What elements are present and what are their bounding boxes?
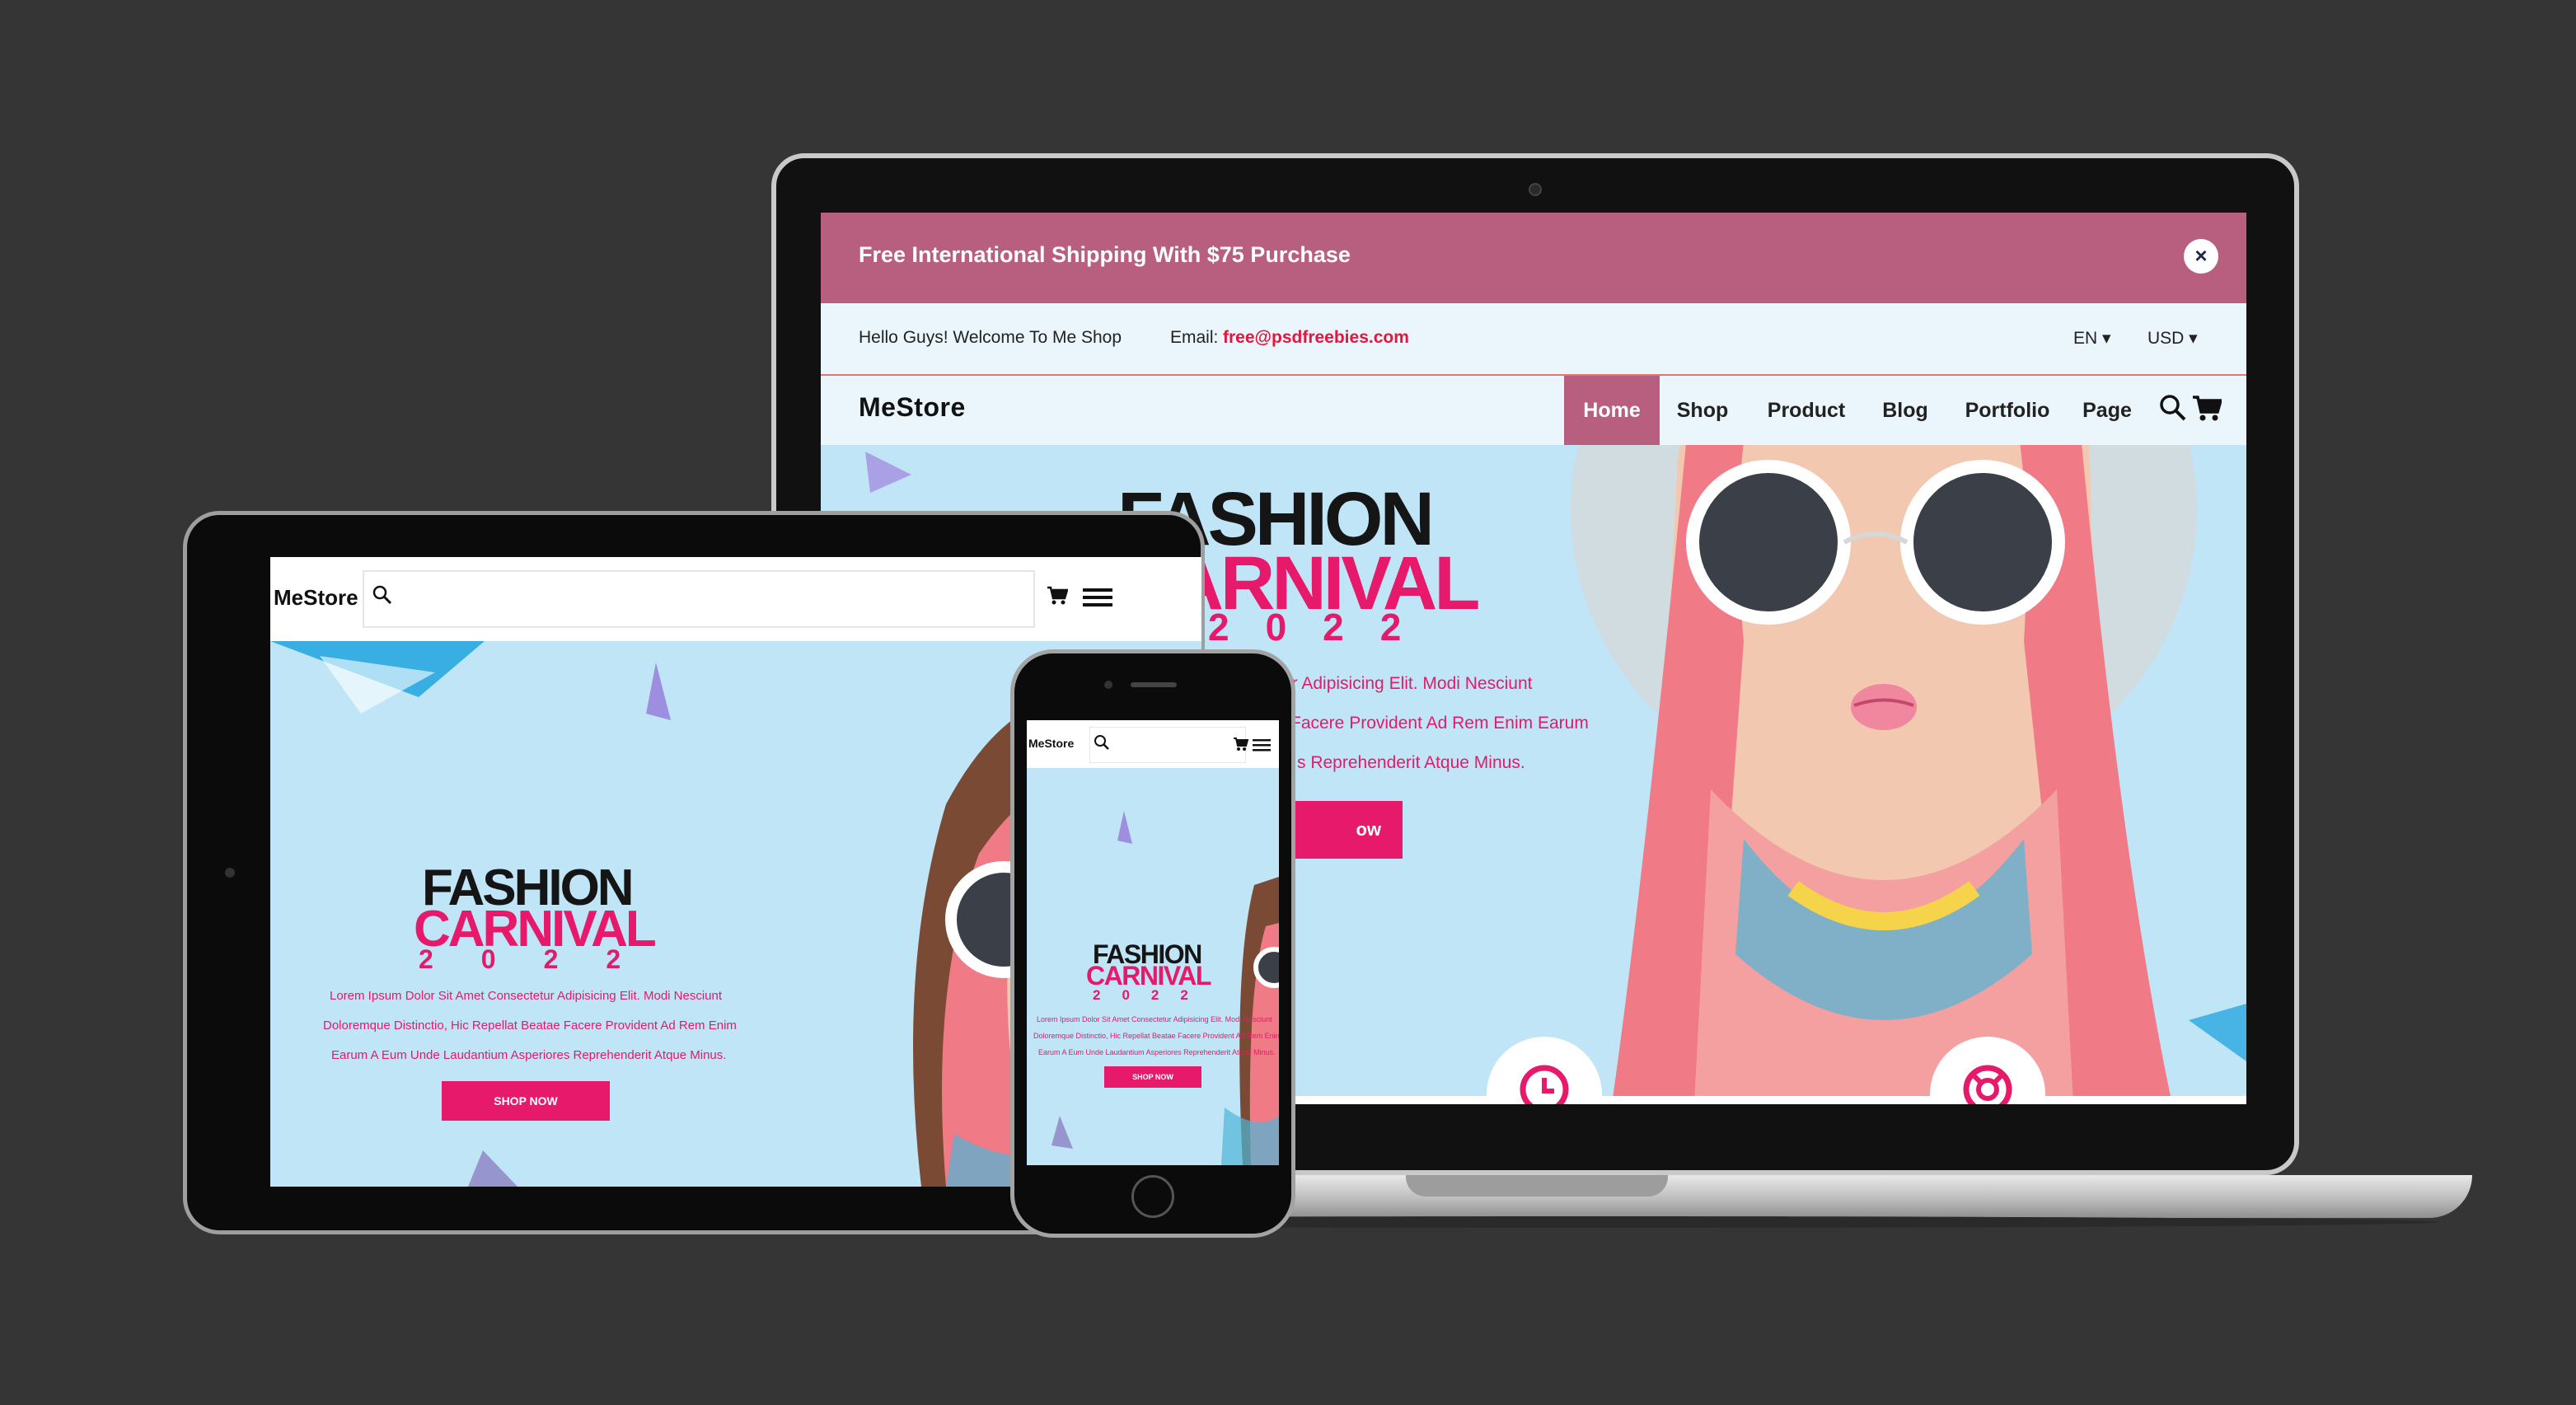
phone-speaker xyxy=(1131,682,1177,687)
search-input[interactable] xyxy=(1089,727,1246,763)
nav-portfolio[interactable]: Portfolio xyxy=(1960,376,2055,445)
phone-website: MeStore FASHION CARNIVAL 2022 Lorem Ipsu… xyxy=(1027,720,1279,1165)
tablet-camera xyxy=(225,868,235,878)
brand-logo[interactable]: MeStore xyxy=(1028,737,1074,750)
cart-icon[interactable] xyxy=(2192,394,2222,422)
cart-icon[interactable] xyxy=(1047,585,1068,605)
currency-select[interactable]: USD ▾ xyxy=(2147,328,2198,349)
hero-year: 2022 xyxy=(419,944,669,974)
menu-icon[interactable] xyxy=(1253,738,1271,752)
nav-page[interactable]: Page xyxy=(2078,376,2136,445)
email-label: Email: xyxy=(1170,328,1219,347)
brand-logo[interactable]: MeStore xyxy=(274,585,358,611)
hero-text-line: s Reprehenderit Atque Minus. xyxy=(1297,753,1525,772)
hero-text-line: Earum A Eum Unde Laudantium Asperiores R… xyxy=(1038,1048,1276,1056)
hero-text-line: Facere Provident Ad Rem Enim Earum xyxy=(1290,714,1589,733)
phone-home-button xyxy=(1131,1175,1174,1218)
promo-text: Free International Shipping With $75 Pur… xyxy=(859,242,1351,267)
cart-icon[interactable] xyxy=(1233,737,1249,752)
shop-now-button[interactable]: SHOP NOW xyxy=(442,1081,610,1121)
search-icon[interactable] xyxy=(1093,733,1111,752)
nav-blog[interactable]: Blog xyxy=(1876,376,1935,445)
hero-text-line: Lorem Ipsum Dolor Sit Amet Consectetur A… xyxy=(330,989,723,1003)
nav-product[interactable]: Product xyxy=(1759,376,1854,445)
welcome-text: Hello Guys! Welcome To Me Shop xyxy=(859,328,1122,347)
hero-text-line: Doloremque Distinctio, Hic Repellat Beat… xyxy=(323,1019,737,1033)
hero-text-line: Earum A Eum Unde Laudantium Asperiores R… xyxy=(331,1048,727,1062)
brand-logo[interactable]: MeStore xyxy=(859,392,966,423)
clock-icon xyxy=(1520,1065,1569,1104)
nav-shop[interactable]: Shop xyxy=(1671,376,1734,445)
close-icon[interactable]: × xyxy=(2184,239,2218,274)
search-input[interactable] xyxy=(363,570,1035,628)
email-link[interactable]: free@psdfreebies.com xyxy=(1223,328,1409,348)
hero-year: 2022 xyxy=(1208,606,1438,649)
hero-text-line: Lorem Ipsum Dolor Sit Amet Consectetur A… xyxy=(1037,1015,1272,1023)
search-icon[interactable] xyxy=(2159,394,2187,422)
shop-now-button[interactable]: SHOP NOW xyxy=(1104,1066,1201,1088)
laptop-camera xyxy=(1529,183,1542,196)
hero-text-line: Doloremque Distinctio, Hic Repellat Beat… xyxy=(1033,1032,1279,1040)
hero-year: 2022 xyxy=(1093,987,1210,1003)
phone-camera xyxy=(1104,681,1112,689)
laptop-notch xyxy=(1406,1175,1668,1197)
nav-home[interactable]: Home xyxy=(1564,376,1660,445)
search-icon[interactable] xyxy=(372,585,392,605)
menu-icon[interactable] xyxy=(1083,587,1112,608)
language-select[interactable]: EN ▾ xyxy=(2073,328,2111,349)
hero-text-line: ur Adipisicing Elit. Modi Nesciunt xyxy=(1282,674,1533,693)
lifebuoy-icon xyxy=(1963,1065,2012,1104)
